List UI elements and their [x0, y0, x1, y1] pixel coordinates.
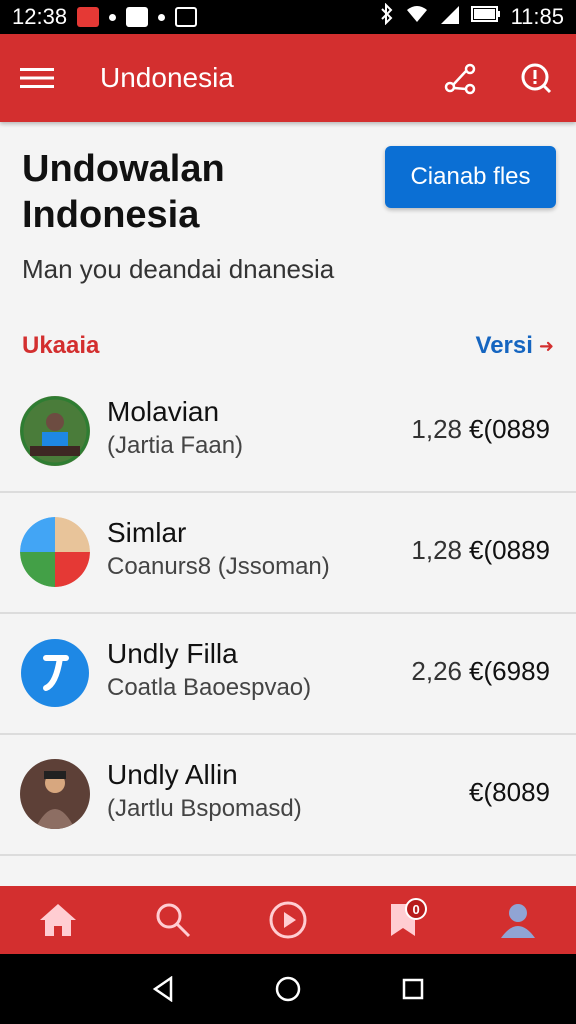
action-button[interactable]: Cianab fles: [385, 146, 556, 208]
photo-icon: [126, 7, 149, 27]
list-item[interactable]: Molavian (Jartia Faan) 1,28 €(0889: [0, 372, 576, 493]
section-link[interactable]: Versi ➜: [476, 332, 554, 360]
item-value: €(0889: [469, 414, 550, 444]
app-bar: Undonesia: [0, 34, 576, 122]
item-value: €(8089: [469, 777, 550, 807]
app-title: Undonesia: [100, 62, 234, 93]
item-subtitle: (Jartlu Bspomasd): [107, 795, 302, 822]
bluetooth-icon: [379, 2, 395, 31]
avatar: [20, 638, 90, 708]
avatar: [20, 396, 90, 466]
item-name: Undly Allin: [107, 759, 238, 790]
info-icon[interactable]: [516, 58, 556, 98]
signal-icon: [439, 4, 461, 30]
item-list: Molavian (Jartia Faan) 1,28 €(0889 Simla…: [0, 372, 576, 856]
avatar: [20, 759, 90, 829]
page-header: Undowalan Indonesia Cianab fles Man you …: [0, 122, 576, 372]
item-number: 1,28: [411, 414, 462, 444]
back-icon[interactable]: [143, 969, 183, 1009]
arrow-right-icon: ➜: [538, 335, 554, 356]
search-icon[interactable]: [143, 890, 203, 950]
profile-icon[interactable]: [488, 890, 548, 950]
image-icon: [175, 7, 198, 27]
list-item[interactable]: Undly Filla Coatla Baoespvao) 2,26 €(698…: [0, 614, 576, 735]
notification-icon: [77, 7, 100, 27]
recents-icon[interactable]: [393, 969, 433, 1009]
item-number: 1,28: [411, 535, 462, 565]
status-bar: 12:38 11:85: [0, 0, 576, 34]
battery-icon: [470, 4, 501, 30]
item-subtitle: (Jartia Faan): [107, 432, 244, 459]
avatar: [20, 517, 90, 587]
page-title: Undowalan Indonesia: [22, 148, 225, 236]
item-name: Simlar: [107, 517, 187, 548]
list-item[interactable]: Simlar Coanurs8 (Jssoman) 1,28 €(0889: [0, 493, 576, 614]
notification-badge: 0: [405, 898, 428, 920]
section-link-label: Versi: [475, 332, 533, 359]
item-value: €(6989: [469, 656, 550, 686]
wifi-icon: [405, 4, 429, 30]
list-item[interactable]: Undly Allin (Jartlu Bspomasd) €(8089: [0, 735, 576, 856]
system-nav-bar: [0, 954, 576, 1024]
item-number: 2,26: [411, 656, 462, 686]
item-subtitle: Coanurs8 (Jssoman): [107, 553, 330, 580]
item-name: Undly Filla: [107, 638, 238, 669]
dot-icon: [158, 13, 166, 21]
page-subtitle: Man you deandai dnanesia: [22, 254, 335, 284]
section-label: Ukaaia: [22, 332, 100, 359]
status-time: 12:38: [12, 4, 68, 29]
bottom-nav: 0: [0, 886, 576, 954]
item-name: Molavian: [107, 396, 220, 427]
item-subtitle: Coatla Baoespvao): [107, 674, 312, 701]
share-icon[interactable]: [440, 58, 480, 98]
bookmark-icon[interactable]: 0: [373, 890, 433, 950]
status-time-right: 11:85: [510, 4, 564, 29]
dot-icon: [109, 13, 117, 21]
home-circle-icon[interactable]: [268, 969, 308, 1009]
home-icon[interactable]: [28, 890, 88, 950]
item-value: €(0889: [469, 535, 550, 565]
play-icon[interactable]: [258, 890, 318, 950]
menu-icon[interactable]: [20, 58, 60, 98]
